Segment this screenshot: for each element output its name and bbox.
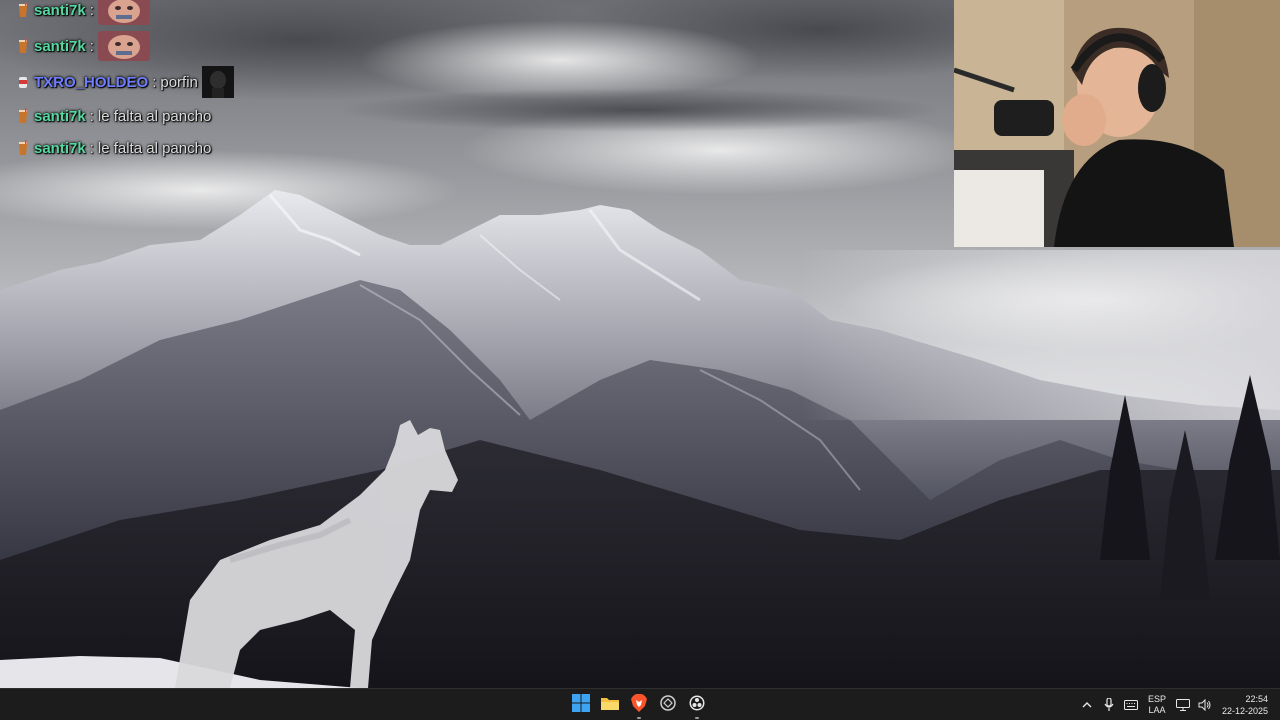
clock-time: 22:54 (1245, 693, 1268, 704)
start-button[interactable] (569, 693, 593, 717)
chat-separator: : (89, 107, 94, 125)
chat-username[interactable]: santi7k (34, 2, 86, 19)
chat-message: TXRO_HOLDEO: porfin (16, 64, 346, 100)
brave-browser-button[interactable] (627, 693, 651, 719)
system-tray: ESP LAA 22:54 22-12-2025 (1076, 689, 1280, 720)
keyboard-layout: LAA (1148, 704, 1166, 715)
chat-separator: : (152, 73, 157, 91)
chat-separator: : (89, 139, 94, 157)
face-emote (97, 31, 150, 61)
drink-badge-icon (16, 108, 30, 124)
active-indicator (637, 717, 641, 719)
webcam-feed (954, 0, 1280, 247)
brave-lion-icon (631, 693, 647, 717)
app-circle-button[interactable] (656, 693, 680, 717)
show-hidden-icons-chevron-icon[interactable] (1076, 694, 1098, 716)
drink-badge-icon (16, 38, 30, 54)
keyboard-icon[interactable] (1120, 694, 1142, 716)
chat-separator: : (89, 1, 94, 19)
chat-message-text: le falta al pancho (97, 139, 212, 157)
chat-message-text: porfin (160, 73, 198, 91)
taskbar: ESP LAA 22:54 22-12-2025 (0, 688, 1280, 720)
network-icon[interactable] (1172, 694, 1194, 716)
drink-badge-icon (16, 2, 30, 18)
clock[interactable]: 22:54 22-12-2025 (1222, 693, 1268, 717)
obs-button[interactable] (685, 693, 709, 719)
windows-icon (572, 693, 590, 717)
circle-app-icon (660, 694, 676, 716)
chat-username[interactable]: santi7k (34, 38, 86, 55)
volume-icon[interactable] (1194, 694, 1216, 716)
microphone-icon[interactable] (1098, 694, 1120, 716)
language-indicator[interactable]: ESP LAA (1148, 694, 1166, 716)
chat-message: santi7k: (16, 28, 346, 64)
chat-message: santi7k: le falta al pancho (16, 132, 346, 164)
chat-message: santi7k: le falta al pancho (16, 100, 346, 132)
chat-username[interactable]: TXRO_HOLDEO (34, 74, 148, 91)
chat-separator: : (89, 37, 94, 55)
chat-username[interactable]: santi7k (34, 108, 86, 125)
taskbar-apps (569, 693, 709, 719)
file-explorer-button[interactable] (598, 693, 622, 717)
chat-username[interactable]: santi7k (34, 140, 86, 157)
red-badge-icon (16, 74, 30, 90)
chat-message: santi7k: (16, 0, 346, 28)
drink-badge-icon (16, 140, 30, 156)
obs-icon (689, 695, 705, 716)
stream-chat-overlay: santi7k: santi7k: TXRO_HOLDEO: porfin sa… (16, 0, 346, 164)
face-emote (97, 0, 150, 25)
chat-message-text: le falta al pancho (97, 107, 212, 125)
folder-icon (601, 695, 619, 716)
webcam-overlay (954, 0, 1280, 247)
clock-date: 22-12-2025 (1221, 705, 1268, 716)
language-code: ESP (1147, 693, 1166, 704)
active-indicator (695, 717, 699, 719)
dark-emote (201, 66, 234, 98)
